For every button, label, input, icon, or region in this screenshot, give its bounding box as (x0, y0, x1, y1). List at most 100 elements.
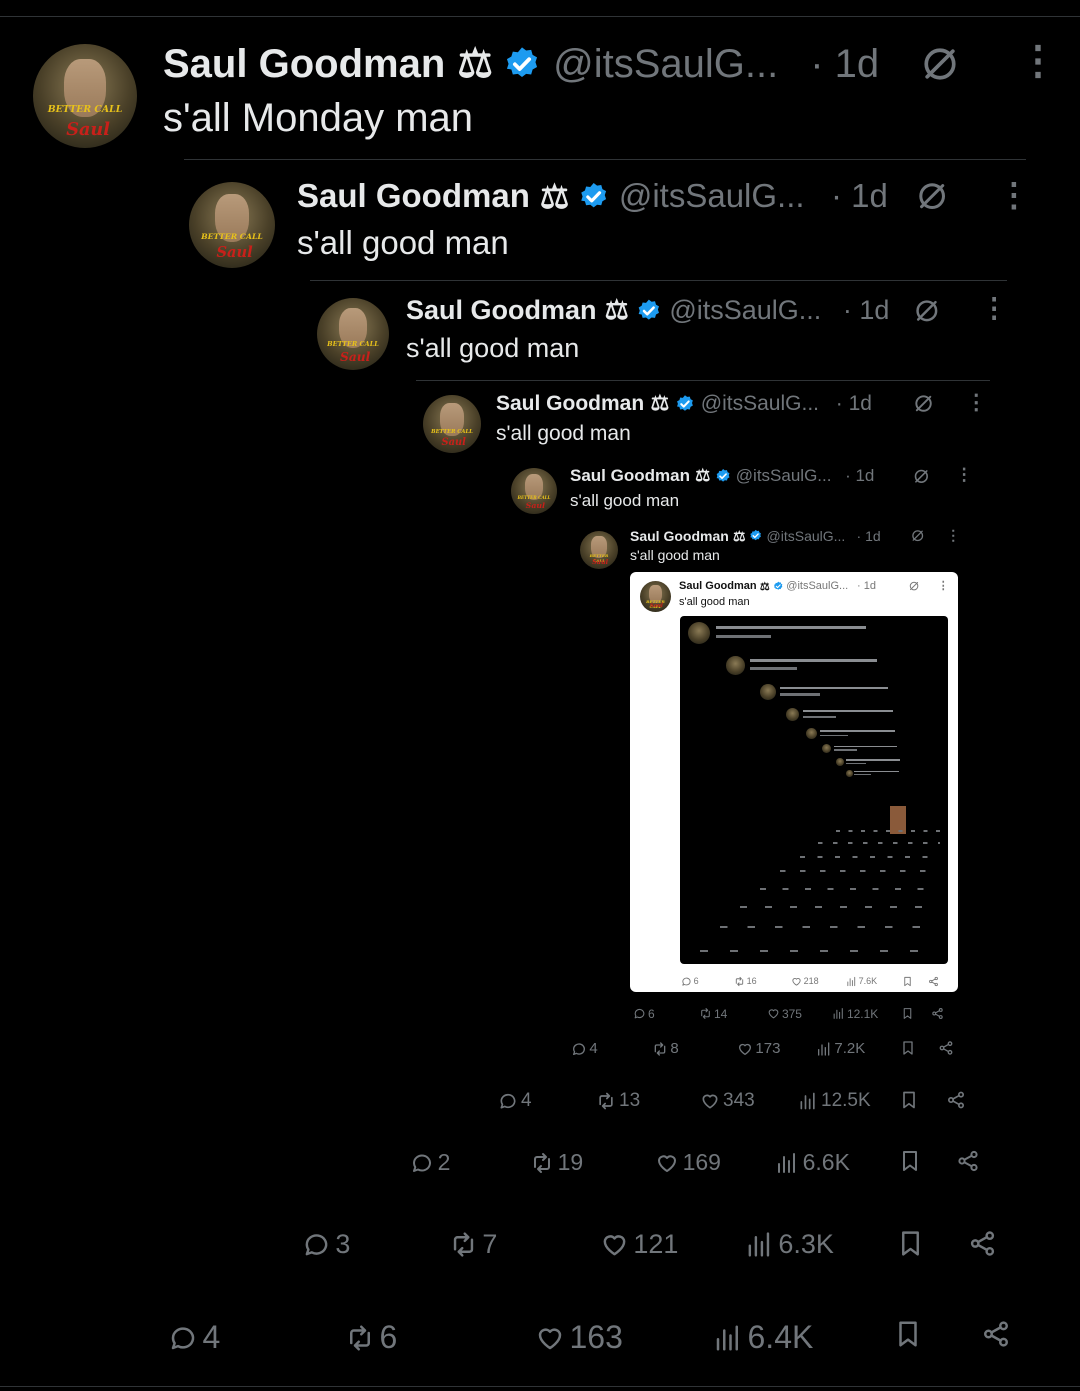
share-button[interactable] (928, 976, 939, 987)
views-icon (716, 1325, 738, 1350)
bookmark-button[interactable] (902, 976, 913, 987)
bookmark-button[interactable] (901, 1007, 914, 1020)
repost-button[interactable]: 6 (345, 1319, 397, 1356)
reply-button[interactable]: 4 (168, 1319, 220, 1356)
author-handle[interactable]: @itsSaulG... (736, 466, 832, 486)
share-button[interactable] (981, 1319, 1011, 1349)
views-button[interactable]: 6.4K (713, 1319, 813, 1356)
author-handle[interactable]: @itsSaulG... (669, 295, 821, 326)
grok-icon[interactable] (912, 392, 935, 415)
grok-icon[interactable] (908, 580, 920, 592)
avatar[interactable]: BETTER CALL Saul (511, 468, 557, 514)
author-name[interactable]: Saul Goodman (630, 528, 729, 544)
like-button[interactable]: 121 (600, 1229, 678, 1260)
share-button[interactable] (938, 1040, 954, 1056)
verified-badge-icon (638, 299, 659, 320)
views-count: 7.2K (834, 1040, 866, 1057)
reply-button[interactable]: 6 (681, 976, 699, 987)
grok-icon[interactable] (910, 528, 925, 543)
repost-button[interactable]: 16 (734, 976, 757, 987)
author-name[interactable]: Saul Goodman (496, 392, 644, 416)
like-button[interactable]: 163 (535, 1319, 623, 1356)
more-icon[interactable]: ⋮ (956, 465, 973, 485)
timestamp[interactable]: · 1d (845, 466, 874, 486)
more-icon[interactable]: ⋮ (966, 390, 987, 415)
repost-button[interactable]: 19 (530, 1149, 583, 1176)
reply-button[interactable]: 4 (571, 1040, 598, 1057)
author-handle[interactable]: @itsSaulG... (701, 392, 819, 416)
author-handle[interactable]: @itsSaulG... (767, 528, 846, 544)
bookmark-button[interactable] (898, 1149, 922, 1173)
timestamp[interactable]: · 1d (836, 392, 872, 416)
bookmark-button[interactable] (893, 1319, 923, 1349)
like-button[interactable]: 173 (737, 1040, 780, 1057)
repost-button[interactable]: 14 (699, 1007, 727, 1021)
timestamp[interactable]: · 1d (831, 177, 888, 215)
share-button[interactable] (968, 1229, 997, 1258)
author-handle[interactable]: @itsSaulG... (619, 177, 805, 215)
author-name[interactable]: Saul Goodman (297, 177, 530, 215)
bookmark-button[interactable] (900, 1040, 916, 1056)
nested-header-line (749, 659, 878, 662)
avatar-logo-bottom: Saul (649, 603, 663, 610)
repost-button[interactable]: 7 (449, 1229, 497, 1260)
like-count: 173 (755, 1040, 781, 1057)
views-button[interactable]: 6.3K (745, 1229, 834, 1260)
timestamp[interactable]: · 1d (843, 295, 890, 326)
avatar[interactable]: BETTER CALL Saul (640, 581, 671, 612)
timestamp[interactable]: · 1d (857, 528, 881, 544)
avatar[interactable]: BETTER CALL Saul (423, 395, 481, 453)
scales-emoji: ⚖ (732, 527, 746, 544)
reply-button[interactable]: 2 (410, 1149, 450, 1176)
avatar[interactable]: BETTER CALL Saul (580, 531, 618, 569)
tweet-text: s'all good man (496, 422, 631, 445)
reply-button[interactable]: 4 (498, 1090, 532, 1112)
views-button[interactable]: 12.1K (832, 1007, 878, 1021)
views-icon (833, 1008, 843, 1019)
repost-button[interactable]: 8 (652, 1040, 679, 1057)
share-icon (929, 976, 938, 986)
more-icon[interactable]: ⋮ (981, 293, 1008, 324)
reply-icon (682, 977, 691, 986)
views-button[interactable]: 12.5K (798, 1090, 871, 1112)
share-button[interactable] (946, 1090, 966, 1110)
reply-count: 6 (693, 976, 699, 986)
author-handle[interactable]: @itsSaulG... (786, 580, 848, 592)
avatar-logo-bottom: Saul (525, 501, 546, 511)
like-button[interactable]: 375 (767, 1007, 802, 1021)
share-button[interactable] (956, 1149, 980, 1173)
bookmark-button[interactable] (896, 1229, 925, 1258)
author-name[interactable]: Saul Goodman (679, 580, 757, 592)
author-name[interactable]: Saul Goodman (406, 295, 597, 326)
author-name[interactable]: Saul Goodman (570, 466, 690, 486)
avatar[interactable]: BETTER CALL Saul (317, 298, 389, 370)
verified-badge-icon (580, 182, 606, 208)
avatar[interactable]: BETTER CALL Saul (189, 182, 275, 268)
timestamp[interactable]: · 1d (857, 580, 876, 592)
more-icon[interactable]: ⋮ (946, 527, 960, 544)
tweet-header: Saul Goodman ⚖ @itsSaulG... · 1d (630, 527, 881, 545)
grok-icon[interactable] (918, 42, 962, 86)
share-button[interactable] (931, 1007, 944, 1020)
more-icon[interactable]: ⋮ (997, 175, 1030, 214)
repost-button[interactable]: 13 (596, 1090, 640, 1112)
author-handle[interactable]: @itsSaulG... (553, 42, 778, 87)
grok-icon[interactable] (914, 178, 950, 214)
like-button[interactable]: 218 (791, 976, 819, 987)
like-button[interactable]: 169 (655, 1149, 721, 1176)
more-icon[interactable]: ⋮ (1018, 38, 1058, 84)
grok-icon[interactable] (912, 296, 942, 326)
reply-button[interactable]: 6 (633, 1007, 655, 1021)
avatar[interactable]: BETTER CALL Saul (33, 44, 137, 148)
grok-icon[interactable] (912, 467, 931, 486)
like-button[interactable]: 343 (700, 1090, 755, 1112)
views-button[interactable]: 7.6K (846, 976, 877, 987)
reply-button[interactable]: 3 (302, 1229, 350, 1260)
views-button[interactable]: 7.2K (816, 1040, 865, 1057)
views-button[interactable]: 6.6K (775, 1149, 850, 1176)
more-icon[interactable]: ⋮ (938, 579, 949, 592)
bookmark-button[interactable] (899, 1090, 919, 1110)
timestamp[interactable]: · 1d (810, 42, 879, 87)
author-name[interactable]: Saul Goodman (163, 42, 445, 87)
like-count: 163 (569, 1319, 623, 1355)
